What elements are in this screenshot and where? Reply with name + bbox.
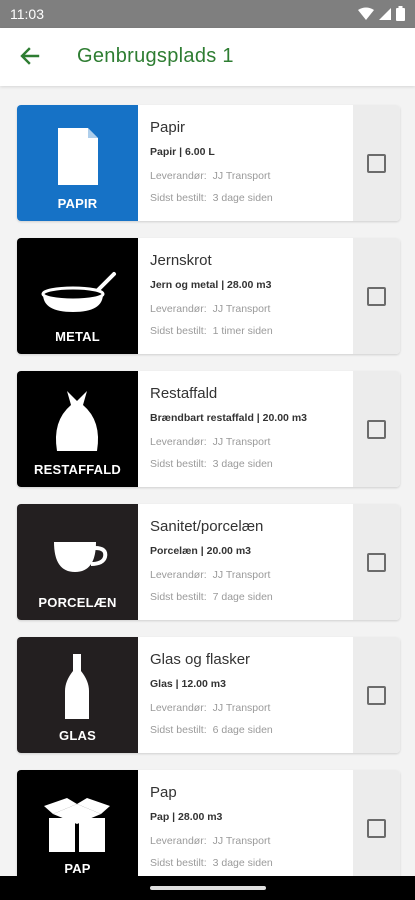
item-title: Papir (150, 119, 186, 136)
select-checkbox[interactable] (367, 420, 386, 439)
supplier-value: JJ Transport (212, 303, 271, 315)
status-icons (358, 6, 405, 21)
signal-icon (379, 7, 391, 20)
item-title: Sanitet/porcelæn (150, 518, 264, 535)
battery-icon (396, 6, 405, 21)
item-info: Jernskrot Jern og metal | 28.00 m3 Lever… (150, 238, 370, 354)
tile-label: METAL (55, 329, 100, 344)
select-checkbox[interactable] (367, 819, 386, 838)
item-info: Restaffald Brændbart restaffald | 20.00 … (150, 371, 370, 487)
last-ordered-label: Sidst bestilt: (150, 591, 207, 603)
select-checkbox[interactable] (367, 287, 386, 306)
item-title: Restaffald (150, 385, 218, 402)
list-item[interactable]: GLAS Glas og flasker Glas | 12.00 m3 Lev… (17, 637, 400, 753)
last-ordered-label: Sidst bestilt: (150, 724, 207, 736)
item-title: Pap (150, 784, 177, 801)
app-bar: Genbrugsplads 1 (0, 28, 415, 86)
select-checkbox[interactable] (367, 154, 386, 173)
item-info: Sanitet/porcelæn Porcelæn | 20.00 m3 Lev… (150, 504, 370, 620)
supplier-row: Leverandør: JJ Transport (150, 702, 270, 714)
item-subtitle: Jern og metal | 28.00 m3 (150, 279, 272, 291)
supplier-label: Leverandør: (150, 170, 207, 182)
item-info: Glas og flasker Glas | 12.00 m3 Leverand… (150, 637, 370, 753)
supplier-row: Leverandør: JJ Transport (150, 436, 270, 448)
container-list: PAPIR Papir Papir | 6.00 L Leverandør: JJ… (0, 86, 415, 876)
last-ordered-row: Sidst bestilt: 1 timer siden (150, 325, 273, 337)
supplier-value: JJ Transport (212, 702, 271, 714)
category-tile: RESTAFFALD (17, 371, 138, 487)
category-tile: PORCELÆN (17, 504, 138, 620)
item-info: Pap Pap | 28.00 m3 Leverandør: JJ Transpo… (150, 770, 370, 876)
category-tile: PAP (17, 770, 138, 876)
tile-label: PAP (64, 861, 91, 876)
last-ordered-row: Sidst bestilt: 7 dage siden (150, 591, 273, 603)
select-area (353, 371, 400, 487)
supplier-row: Leverandør: JJ Transport (150, 835, 270, 847)
item-subtitle: Pap | 28.00 m3 (150, 811, 223, 823)
select-area (353, 770, 400, 876)
last-ordered-row: Sidst bestilt: 3 dage siden (150, 192, 273, 204)
select-area (353, 238, 400, 354)
item-subtitle: Glas | 12.00 m3 (150, 678, 226, 690)
item-info: Papir Papir | 6.00 L Leverandør: JJ Trans… (150, 105, 370, 221)
item-subtitle: Porcelæn | 20.00 m3 (150, 545, 251, 557)
item-subtitle: Brændbart restaffald | 20.00 m3 (150, 412, 307, 424)
last-ordered-value: 1 timer siden (212, 325, 273, 337)
last-ordered-row: Sidst bestilt: 6 dage siden (150, 724, 273, 736)
arrow-back-icon (20, 47, 40, 65)
last-ordered-label: Sidst bestilt: (150, 325, 207, 337)
last-ordered-value: 3 dage siden (212, 857, 273, 869)
home-indicator[interactable] (150, 886, 266, 890)
supplier-label: Leverandør: (150, 835, 207, 847)
tile-label: PAPIR (57, 196, 98, 211)
last-ordered-label: Sidst bestilt: (150, 458, 207, 470)
supplier-value: JJ Transport (212, 170, 271, 182)
supplier-value: JJ Transport (212, 835, 271, 847)
supplier-row: Leverandør: JJ Transport (150, 170, 270, 182)
tile-label: RESTAFFALD (34, 462, 121, 477)
select-area (353, 504, 400, 620)
last-ordered-label: Sidst bestilt: (150, 192, 207, 204)
category-tile: PAPIR (17, 105, 138, 221)
list-item[interactable]: RESTAFFALD Restaffald Brændbart restaffa… (17, 371, 400, 487)
supplier-label: Leverandør: (150, 702, 207, 714)
system-nav-bar (0, 876, 415, 900)
supplier-label: Leverandør: (150, 436, 207, 448)
last-ordered-row: Sidst bestilt: 3 dage siden (150, 458, 273, 470)
supplier-value: JJ Transport (212, 436, 271, 448)
select-checkbox[interactable] (367, 686, 386, 705)
status-bar: 11:03 (0, 0, 415, 28)
supplier-value: JJ Transport (212, 569, 271, 581)
last-ordered-value: 6 dage siden (212, 724, 273, 736)
select-checkbox[interactable] (367, 553, 386, 572)
category-tile: METAL (17, 238, 138, 354)
list-item[interactable]: PAP Pap Pap | 28.00 m3 Leverandør: JJ Tra… (17, 770, 400, 876)
last-ordered-value: 3 dage siden (212, 458, 273, 470)
category-tile: GLAS (17, 637, 138, 753)
list-item[interactable]: METAL Jernskrot Jern og metal | 28.00 m3… (17, 238, 400, 354)
last-ordered-value: 3 dage siden (212, 192, 273, 204)
status-time: 11:03 (10, 6, 44, 22)
wifi-icon (358, 7, 374, 20)
select-area (353, 105, 400, 221)
tile-label: GLAS (59, 728, 96, 743)
supplier-label: Leverandør: (150, 569, 207, 581)
last-ordered-label: Sidst bestilt: (150, 857, 207, 869)
last-ordered-value: 7 dage siden (212, 591, 273, 603)
item-title: Jernskrot (150, 252, 212, 269)
item-subtitle: Papir | 6.00 L (150, 146, 215, 158)
list-item[interactable]: PAPIR Papir Papir | 6.00 L Leverandør: JJ… (17, 105, 400, 221)
list-item[interactable]: PORCELÆN Sanitet/porcelæn Porcelæn | 20.… (17, 504, 400, 620)
back-button[interactable] (16, 42, 44, 70)
supplier-row: Leverandør: JJ Transport (150, 569, 270, 581)
item-title: Glas og flasker (150, 651, 251, 668)
select-area (353, 637, 400, 753)
supplier-row: Leverandør: JJ Transport (150, 303, 270, 315)
supplier-label: Leverandør: (150, 303, 207, 315)
page-title: Genbrugsplads 1 (77, 45, 234, 67)
last-ordered-row: Sidst bestilt: 3 dage siden (150, 857, 273, 869)
tile-label: PORCELÆN (38, 595, 117, 610)
